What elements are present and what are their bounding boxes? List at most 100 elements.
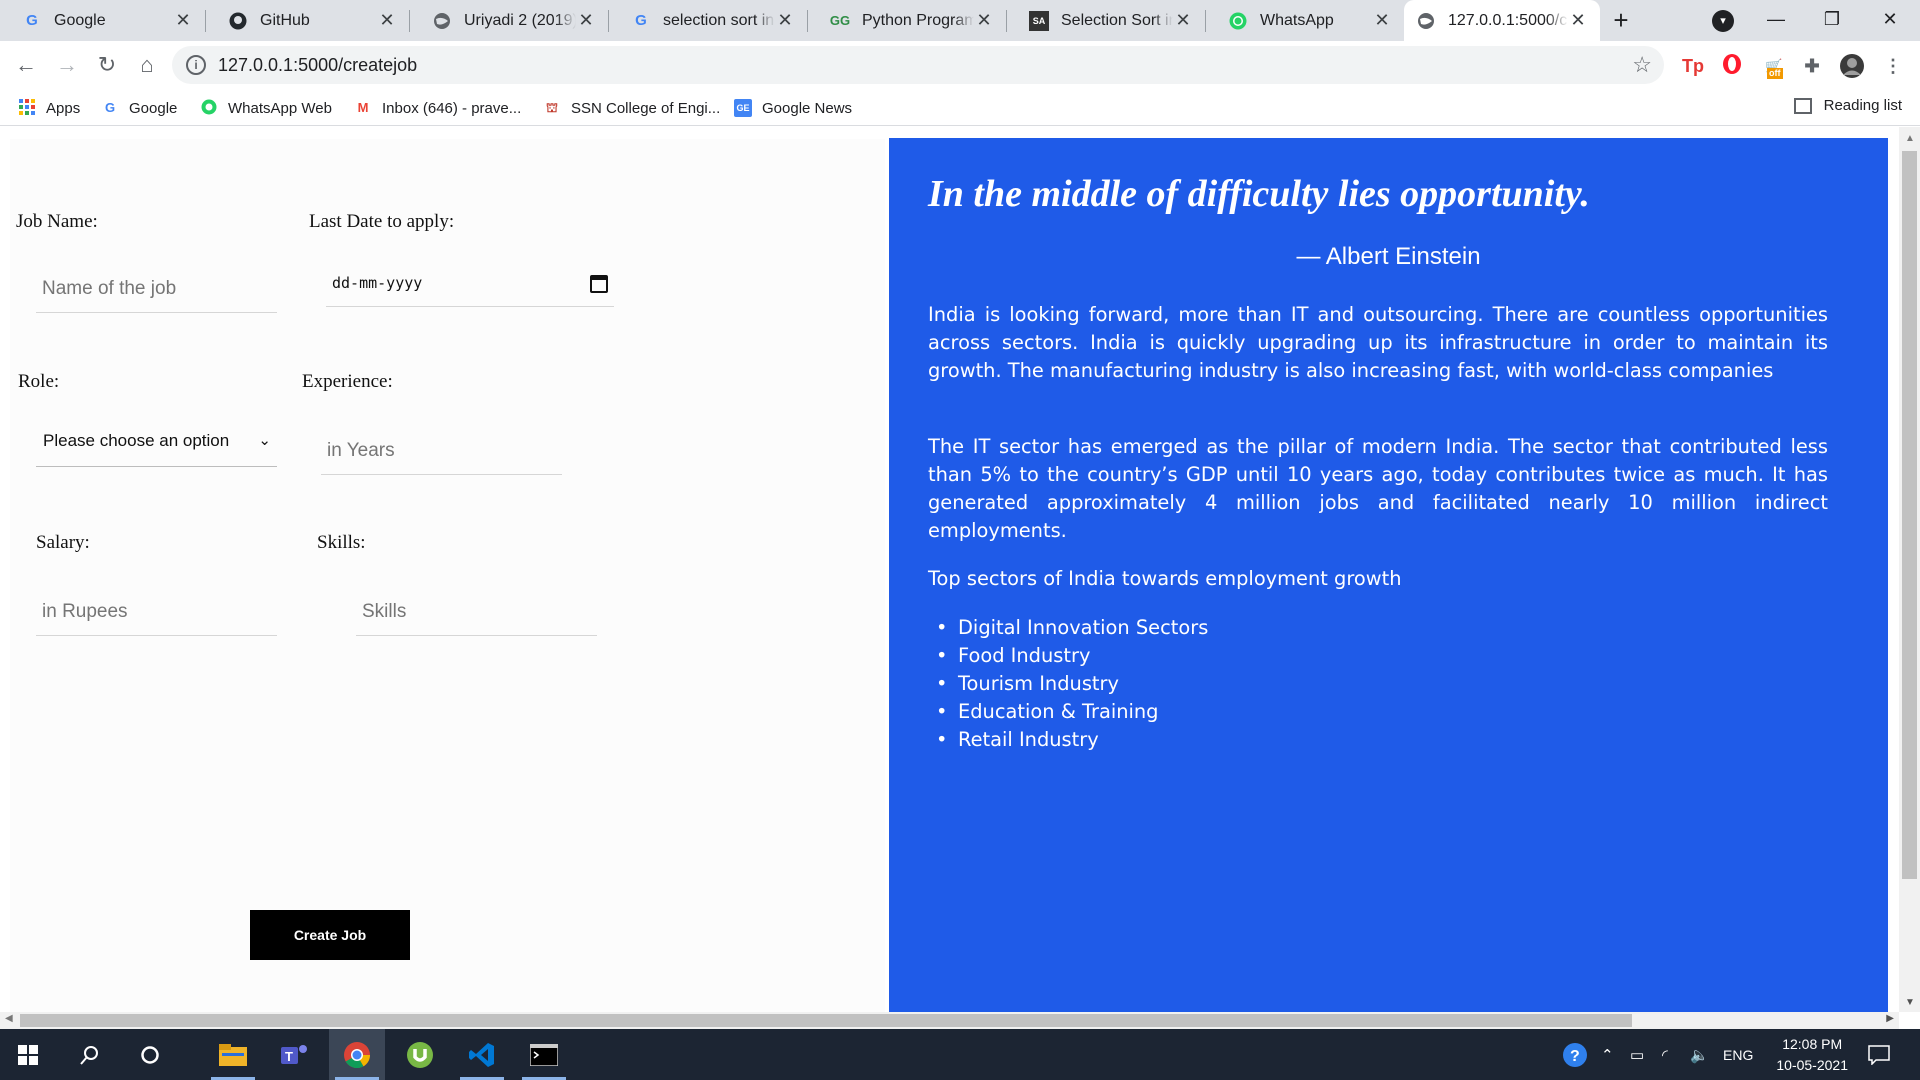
address-bar[interactable]: i 127.0.0.1:5000/createjob ☆ [172, 46, 1664, 84]
taskbar-chrome[interactable] [329, 1029, 385, 1080]
extension-badge: off [1767, 68, 1783, 79]
taskbar-teams[interactable]: T [267, 1029, 323, 1080]
tab-title: selection sort in p [663, 11, 775, 29]
svg-text:T: T [285, 1049, 293, 1064]
close-icon[interactable]: ✕ [974, 10, 994, 31]
chrome-icon [344, 1041, 371, 1068]
svg-text:?: ? [1570, 1048, 1580, 1065]
reading-list-button[interactable]: Reading list [1793, 97, 1902, 114]
forward-button[interactable]: → [51, 50, 83, 80]
close-window-button[interactable]: ✕ [1862, 0, 1918, 41]
search-button[interactable] [62, 1029, 118, 1080]
tab-search-icon[interactable]: ▾ [1712, 10, 1734, 32]
close-icon[interactable]: ✕ [1372, 10, 1392, 31]
taskbar-utorrent[interactable] [392, 1029, 448, 1080]
paragraph-infrastructure: India is looking forward, more than IT a… [928, 303, 1828, 382]
start-button[interactable] [0, 1029, 56, 1080]
cortana-button[interactable] [122, 1029, 178, 1080]
experience-label: Experience: [302, 371, 393, 392]
globe-icon [1416, 11, 1436, 31]
taskbar-vscode[interactable] [454, 1029, 510, 1080]
taskbar-terminal[interactable] [516, 1029, 572, 1080]
tp-extension-icon[interactable]: Tp [1680, 53, 1706, 79]
extensions-puzzle-icon[interactable]: ✚ [1799, 53, 1825, 79]
scroll-left-icon[interactable]: ◀ [5, 1013, 13, 1024]
tab-whatsapp[interactable]: WhatsApp ✕ [1206, 0, 1404, 41]
close-icon[interactable]: ✕ [377, 10, 397, 31]
url-text[interactable]: 127.0.0.1:5000/createjob [218, 55, 417, 76]
create-job-button[interactable]: Create Job [250, 910, 410, 960]
chevron-up-icon[interactable]: ⌃ [1601, 1029, 1614, 1080]
avatar[interactable] [1839, 53, 1865, 79]
system-clock[interactable]: 12:08 PM 10-05-2021 [1776, 1034, 1848, 1076]
vscode-icon [469, 1042, 494, 1067]
tab-title: Uriyadi 2 (2019) Ta [464, 11, 576, 29]
close-icon[interactable]: ✕ [1173, 10, 1193, 31]
sectors-list: Digital Innovation Sectors Food Industry… [928, 614, 1208, 754]
minimize-button[interactable]: — [1748, 0, 1804, 41]
calendar-icon[interactable] [590, 275, 608, 293]
tab-python-program[interactable]: GG Python Program f ✕ [808, 0, 1006, 41]
restore-button[interactable]: ❐ [1804, 0, 1860, 41]
search-icon [80, 1045, 98, 1065]
language-indicator[interactable]: ENG [1723, 1029, 1753, 1080]
bookmark-label: Google News [762, 99, 853, 117]
gfg-icon: GG [829, 13, 851, 28]
opera-extension-icon[interactable] [1719, 53, 1745, 79]
tab-uriyadi[interactable]: Uriyadi 2 (2019) Ta ✕ [410, 0, 608, 41]
close-icon[interactable]: ✕ [1568, 10, 1588, 31]
salary-input[interactable]: in Rupees [36, 588, 277, 636]
scrollbar-thumb[interactable] [1902, 151, 1917, 879]
bookmark-google-news[interactable]: GE Google News [734, 97, 852, 119]
menu-kebab-icon[interactable]: ⋮ [1880, 53, 1906, 79]
help-tray-icon[interactable]: ? [1562, 1029, 1588, 1080]
bookmark-whatsapp-web[interactable]: WhatsApp Web [200, 97, 332, 119]
tab-selection-sort-search[interactable]: G selection sort in p ✕ [609, 0, 807, 41]
folder-icon [219, 1043, 247, 1066]
scroll-up-icon[interactable]: ▲ [1905, 133, 1915, 144]
bookmark-apps[interactable]: Apps [18, 97, 80, 119]
tab-google[interactable]: G Google ✕ [0, 0, 205, 41]
experience-input[interactable]: in Years [321, 427, 562, 475]
vertical-scrollbar[interactable]: ▲ ▼ [1899, 127, 1920, 1012]
cortana-icon [141, 1045, 159, 1064]
bookmark-ssn-college[interactable]: ⛫ SSN College of Engi... [543, 97, 720, 119]
reload-button[interactable]: ↻ [91, 50, 123, 80]
quote-author: — Albert Einstein [1296, 243, 1481, 270]
bookmarks-bar: Apps G Google WhatsApp Web M Inbox (646)… [0, 89, 1920, 126]
page-viewport: Job Name: Name of the job Last Date to a… [0, 127, 1899, 1012]
whatsapp-icon [1228, 11, 1248, 31]
taskbar-file-explorer[interactable] [205, 1029, 261, 1080]
google-icon: G [26, 12, 38, 29]
role-selected-value: Please choose an option [43, 431, 230, 450]
role-select[interactable]: Please choose an option ⌄ [36, 419, 277, 467]
close-icon[interactable]: ✕ [775, 10, 795, 31]
wifi-icon[interactable]: ◜ [1662, 1029, 1668, 1080]
back-button[interactable]: ← [10, 50, 42, 80]
horizontal-scrollbar[interactable]: ◀ ▶ [0, 1012, 1899, 1029]
notifications-icon[interactable] [1868, 1029, 1890, 1080]
close-icon[interactable]: ✕ [173, 10, 193, 31]
last-date-input[interactable]: dd-mm-yyyy [326, 259, 614, 307]
scroll-right-icon[interactable]: ▶ [1886, 1013, 1894, 1024]
bookmark-star-icon[interactable]: ☆ [1632, 52, 1652, 78]
utorrent-icon [407, 1041, 433, 1068]
tab-createjob-active[interactable]: 127.0.0.1:5000/cre ✕ [1404, 0, 1600, 41]
cart-extension-icon[interactable]: 🛒 off [1761, 53, 1787, 79]
site-info-icon[interactable]: i [186, 55, 206, 75]
skills-input[interactable]: Skills [356, 588, 597, 636]
home-button[interactable]: ⌂ [131, 50, 163, 80]
bookmark-gmail-inbox[interactable]: M Inbox (646) - prave... [354, 97, 522, 119]
job-name-label: Job Name: [16, 211, 98, 232]
scroll-down-icon[interactable]: ▼ [1905, 997, 1915, 1008]
tab-github[interactable]: GitHub ✕ [206, 0, 409, 41]
tab-selection-sort[interactable]: SA Selection Sort in P ✕ [1007, 0, 1205, 41]
scrollbar-thumb[interactable] [20, 1014, 1632, 1027]
terminal-icon [530, 1043, 558, 1066]
job-name-input[interactable]: Name of the job [36, 265, 277, 313]
battery-icon[interactable]: ▭ [1630, 1029, 1644, 1080]
close-icon[interactable]: ✕ [576, 10, 596, 31]
volume-icon[interactable]: 🔈 [1690, 1029, 1709, 1080]
new-tab-button[interactable]: + [1605, 6, 1637, 36]
bookmark-google[interactable]: G Google [101, 97, 177, 119]
